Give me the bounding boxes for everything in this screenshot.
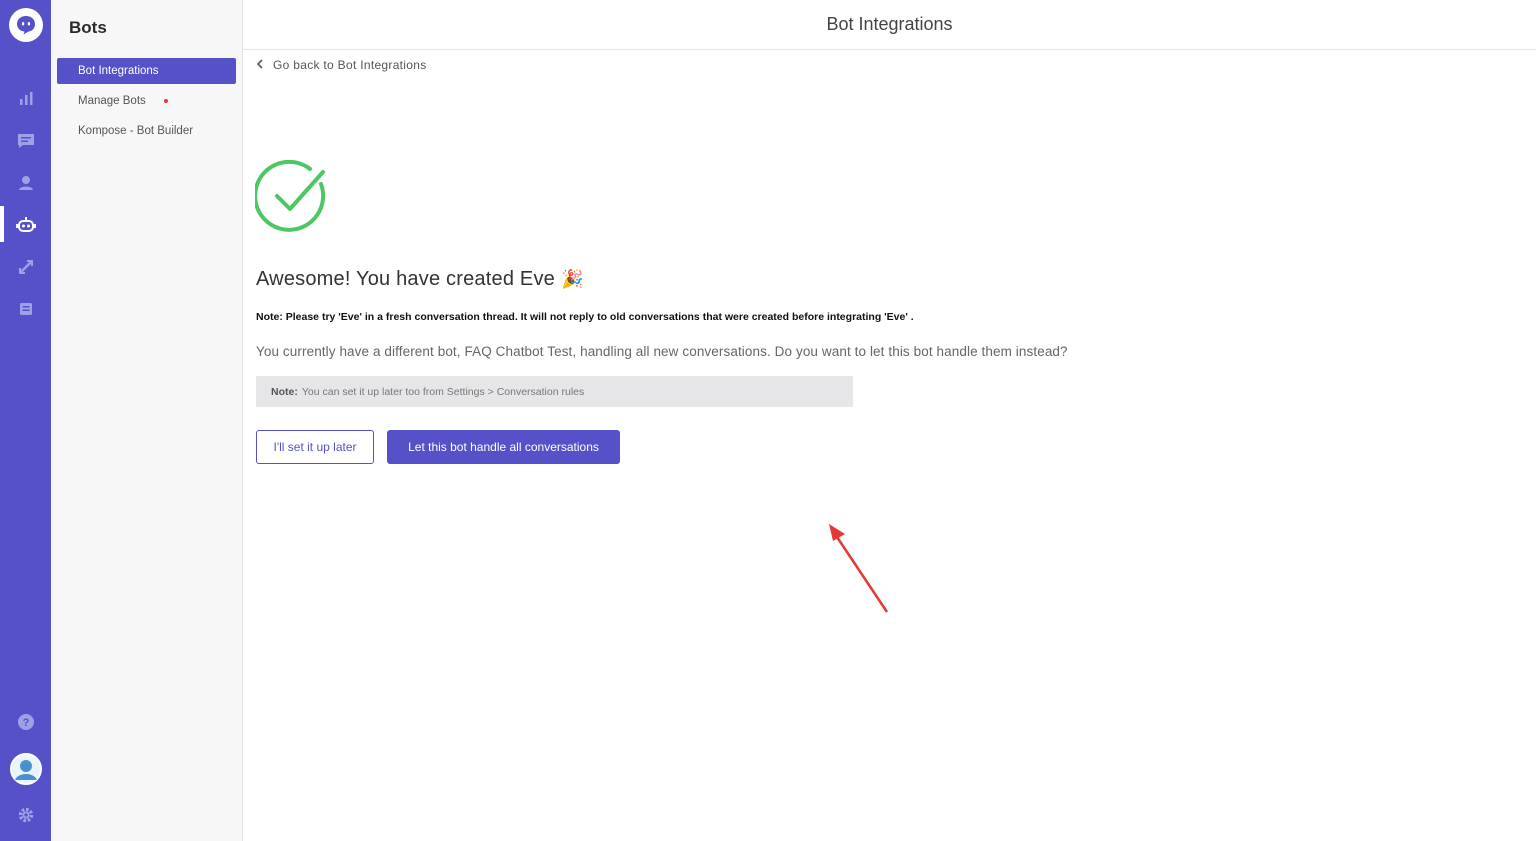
user-avatar[interactable] (9, 752, 43, 786)
settings-note: Note: You can set it up later too from S… (256, 376, 853, 407)
sidebar-title: Bots (69, 18, 107, 37)
sidebar-item-kompose-bot-builder[interactable]: Kompose - Bot Builder (57, 118, 236, 144)
sidebar-item-label: Kompose - Bot Builder (78, 125, 194, 137)
settings-icon[interactable] (13, 802, 39, 828)
settings-note-label: Note: (271, 385, 298, 398)
set-up-later-button[interactable]: I'll set it up later (256, 430, 374, 464)
conversations-icon[interactable] (13, 128, 39, 154)
success-heading: Awesome! You have created Eve 🎉 (256, 268, 584, 291)
sidebar-item-manage-bots[interactable]: Manage Bots (57, 88, 236, 114)
users-icon[interactable] (13, 170, 39, 196)
sidebar-item-label: Bot Integrations (78, 65, 159, 77)
chat-logo-icon[interactable] (9, 8, 43, 42)
success-heading-text: Awesome! You have created Eve (256, 268, 555, 290)
icon-rail: ? (0, 0, 51, 841)
party-popper-icon: 🎉 (560, 269, 584, 289)
main-content: Go back to Bot Integrations Awesome! You… (243, 50, 1536, 841)
handle-all-conversations-button[interactable]: Let this bot handle all conversations (387, 430, 620, 464)
annotation-arrow (829, 524, 889, 613)
back-link-label: Go back to Bot Integrations (273, 58, 427, 72)
analytics-icon[interactable] (13, 86, 39, 112)
fresh-thread-note: Note: Please try 'Eve' in a fresh conver… (256, 311, 914, 323)
inbox-icon[interactable] (13, 296, 39, 322)
page-title: Bot Integrations (826, 14, 953, 34)
page-header: Bot Integrations (243, 0, 1536, 50)
back-link[interactable]: Go back to Bot Integrations (256, 58, 427, 72)
sidebar-item-bot-integrations[interactable]: Bot Integrations (57, 58, 236, 84)
success-check-icon (255, 160, 326, 232)
integrations-icon[interactable] (13, 254, 39, 280)
app-root: ? Bots Bot Integrations Manage Bots Komp… (0, 0, 1536, 841)
bot-icon[interactable] (13, 212, 39, 238)
help-icon[interactable]: ? (13, 709, 39, 735)
notification-dot (163, 99, 168, 103)
svg-text:?: ? (23, 717, 30, 729)
chevron-left-icon (256, 58, 264, 72)
bots-sidebar: Bots Bot Integrations Manage Bots Kompos… (51, 0, 243, 841)
active-indicator (0, 206, 4, 242)
sidebar-item-label: Manage Bots (78, 95, 146, 107)
settings-note-text: You can set it up later too from Setting… (301, 385, 585, 398)
handover-question: You currently have a different bot, FAQ … (256, 344, 1068, 359)
